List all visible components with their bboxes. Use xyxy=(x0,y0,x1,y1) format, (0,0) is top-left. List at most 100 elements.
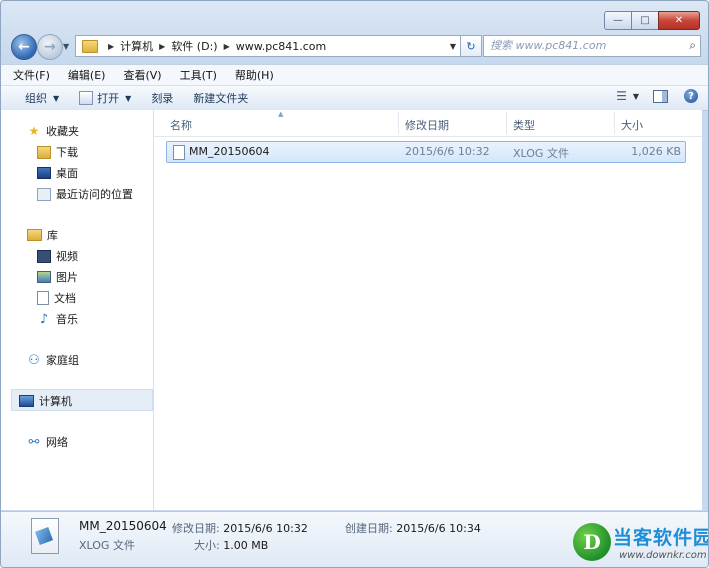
column-modified[interactable]: 修改日期 xyxy=(405,117,449,133)
breadcrumb-folder[interactable]: www.pc841.com xyxy=(236,40,327,53)
chevron-down-icon[interactable]: ▼ xyxy=(633,92,639,101)
file-type: XLOG 文件 xyxy=(513,147,569,160)
star-icon: ★ xyxy=(28,123,40,138)
open-button[interactable]: 打开 ▼ xyxy=(69,87,141,109)
desktop-icon xyxy=(37,167,51,179)
preview-pane-icon[interactable] xyxy=(653,89,668,103)
search-box[interactable]: ⌕ xyxy=(483,35,701,57)
nav-item-label: 文档 xyxy=(54,292,76,305)
menu-help[interactable]: 帮助(H) xyxy=(223,67,280,83)
nav-computer-label: 计算机 xyxy=(39,395,72,408)
details-file-name: MM_20150604 xyxy=(79,519,167,533)
nav-item-label: 图片 xyxy=(56,271,78,284)
open-label: 打开 xyxy=(97,92,120,105)
menu-file[interactable]: 文件(F) xyxy=(1,67,56,83)
column-name[interactable]: 名称 xyxy=(170,117,192,133)
refresh-button[interactable]: ↻ xyxy=(460,35,482,57)
nav-network-label: 网络 xyxy=(46,436,68,449)
command-bar: 组织 ▼ 打开 ▼ 刻录 新建文件夹 ☰ ▼ ? xyxy=(1,85,708,111)
search-icon[interactable]: ⌕ xyxy=(689,38,696,53)
file-name: MM_20150604 xyxy=(189,145,270,158)
column-divider[interactable] xyxy=(398,112,399,134)
close-button[interactable]: ✕ xyxy=(658,11,700,30)
nav-homegroup[interactable]: ⚇ 家庭组 xyxy=(27,352,79,368)
nav-item-music[interactable]: ♪ 音乐 xyxy=(37,311,78,327)
nav-favorites-label: 收藏夹 xyxy=(46,125,79,138)
navigation-pane: ★ 收藏夹 下载 桌面 最近访问的位置 库 视频 图片 文档 ♪ 音乐 ⚇ 家庭… xyxy=(1,110,154,510)
breadcrumb-drive-d[interactable]: 软件 (D:) xyxy=(171,38,217,54)
open-icon xyxy=(79,91,94,105)
explorer-window: — □ ✕ ← → ▼ ▶ 计算机 ▶ 软件 (D:) ▶ www.pc841.… xyxy=(0,0,709,568)
file-size: 1,026 KB xyxy=(631,145,681,158)
help-icon[interactable]: ? xyxy=(684,89,698,103)
recent-places-icon xyxy=(37,187,51,201)
recent-pages-dropdown[interactable]: ▼ xyxy=(63,42,69,51)
nav-item-label: 最近访问的位置 xyxy=(56,188,133,201)
details-modified: 修改日期: 2015/6/6 10:32 xyxy=(172,520,308,536)
nav-libraries[interactable]: 库 xyxy=(27,227,58,243)
watermark-url: www.downkr.com xyxy=(619,550,707,561)
menu-bar: 文件(F) 编辑(E) 查看(V) 工具(T) 帮助(H) xyxy=(1,64,708,85)
nav-homegroup-label: 家庭组 xyxy=(46,354,79,367)
nav-favorites[interactable]: ★ 收藏夹 xyxy=(27,123,79,139)
menu-tools[interactable]: 工具(T) xyxy=(168,67,223,83)
breadcrumb-computer[interactable]: 计算机 xyxy=(120,38,153,54)
details-size-value: 1.00 MB xyxy=(223,539,269,552)
forward-button[interactable]: → xyxy=(37,34,63,60)
view-options-icon[interactable]: ☰ xyxy=(616,89,627,103)
details-created-label: 创建日期: xyxy=(345,522,393,535)
organize-button[interactable]: 组织 ▼ xyxy=(1,87,69,109)
library-icon xyxy=(27,229,42,241)
column-divider[interactable] xyxy=(614,112,615,134)
file-row[interactable]: MM_20150604 2015/6/6 10:32 XLOG 文件 1,026… xyxy=(166,141,686,163)
navigation-bar: ← → ▼ ▶ 计算机 ▶ 软件 (D:) ▶ www.pc841.com ▼ … xyxy=(9,33,701,60)
search-input[interactable] xyxy=(484,36,682,54)
details-size-label: 大小: xyxy=(194,539,220,552)
chevron-right-icon[interactable]: ▶ xyxy=(159,42,165,51)
computer-icon xyxy=(19,395,34,407)
network-icon: ⚯ xyxy=(28,434,40,450)
menu-edit[interactable]: 编辑(E) xyxy=(56,67,112,83)
address-bar[interactable]: ▶ 计算机 ▶ 软件 (D:) ▶ www.pc841.com ▼ xyxy=(75,35,461,57)
minimize-button[interactable]: — xyxy=(604,11,632,30)
details-created-value: 2015/6/6 10:34 xyxy=(396,522,481,535)
back-button[interactable]: ← xyxy=(11,34,37,60)
music-icon: ♪ xyxy=(39,311,49,327)
nav-computer[interactable]: 计算机 xyxy=(19,393,72,409)
column-type[interactable]: 类型 xyxy=(513,117,535,133)
nav-item-desktop[interactable]: 桌面 xyxy=(37,165,78,181)
sort-ascending-icon: ▲ xyxy=(278,110,284,118)
nav-item-label: 桌面 xyxy=(56,167,78,180)
file-list: ▲ 名称 修改日期 类型 大小 MM_20150604 2015/6/6 10:… xyxy=(154,110,702,510)
nav-item-label: 音乐 xyxy=(56,313,78,326)
nav-libraries-label: 库 xyxy=(47,229,58,242)
watermark-logo-icon: D xyxy=(573,523,611,561)
nav-network[interactable]: ⚯ 网络 xyxy=(27,434,68,450)
new-folder-button[interactable]: 新建文件夹 xyxy=(183,87,258,109)
nav-item-recent[interactable]: 最近访问的位置 xyxy=(37,186,133,202)
column-divider[interactable] xyxy=(506,112,507,134)
nav-item-documents[interactable]: 文档 xyxy=(37,290,76,306)
watermark-title: 当客软件园 xyxy=(613,527,709,549)
homegroup-icon: ⚇ xyxy=(28,352,40,368)
chevron-right-icon[interactable]: ▶ xyxy=(108,42,114,51)
chevron-right-icon[interactable]: ▶ xyxy=(224,42,230,51)
details-size: 大小: 1.00 MB xyxy=(194,537,268,553)
nav-item-video[interactable]: 视频 xyxy=(37,248,78,264)
new-folder-label: 新建文件夹 xyxy=(193,92,249,105)
nav-item-pictures[interactable]: 图片 xyxy=(37,269,78,285)
menu-view[interactable]: 查看(V) xyxy=(111,67,167,83)
column-size[interactable]: 大小 xyxy=(621,117,643,133)
document-icon xyxy=(37,291,49,305)
file-preview-icon xyxy=(31,518,59,554)
organize-label: 组织 xyxy=(25,92,47,105)
caption-buttons: — □ ✕ xyxy=(604,11,700,30)
file-icon xyxy=(173,145,185,160)
maximize-button[interactable]: □ xyxy=(631,11,659,30)
view-controls: ☰ ▼ ? xyxy=(616,89,698,103)
nav-item-downloads[interactable]: 下载 xyxy=(37,144,78,160)
chevron-down-icon: ▼ xyxy=(125,93,132,103)
chevron-down-icon: ▼ xyxy=(53,93,60,103)
burn-button[interactable]: 刻录 xyxy=(141,87,183,109)
chevron-down-icon[interactable]: ▼ xyxy=(450,42,456,51)
